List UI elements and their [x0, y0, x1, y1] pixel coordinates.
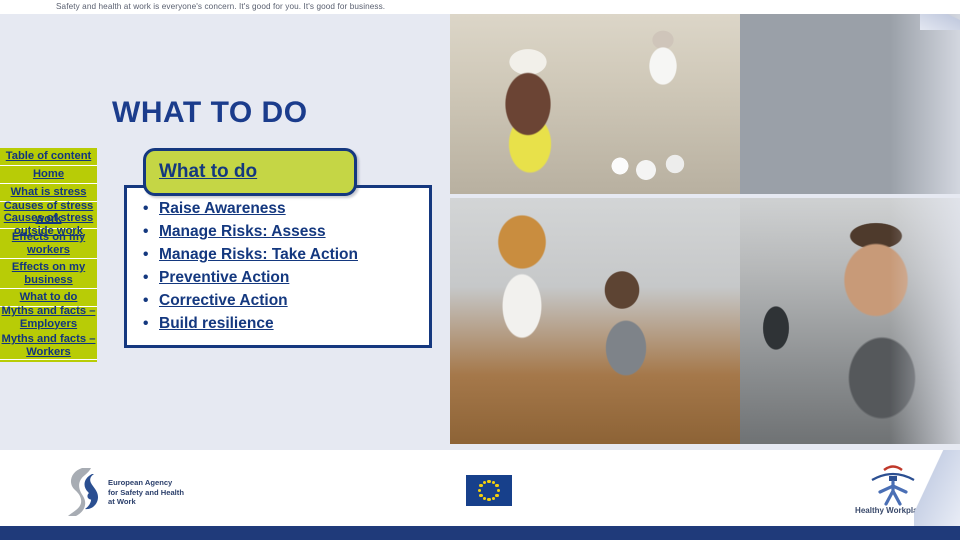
- sidebar-navigation: Table of content Home What is stress Cau…: [0, 148, 97, 362]
- link-preventive-action[interactable]: Preventive Action: [159, 269, 289, 286]
- top-banner: Safety and health at work is everyone's …: [0, 0, 960, 14]
- sidebar-item-effects-on-my-business[interactable]: Effects on my business: [0, 259, 97, 289]
- eu-flag-star: [496, 488, 500, 493]
- photo-warehouse-worker: [740, 14, 960, 194]
- link-manage-risks-assess[interactable]: Manage Risks: Assess: [159, 223, 326, 240]
- eu-flag-star: [495, 484, 499, 488]
- banner-tagline: Safety and health at work is everyone's …: [56, 2, 386, 11]
- eu-flag-star: [487, 498, 491, 502]
- link-corrective-action[interactable]: Corrective Action: [159, 292, 288, 309]
- link-raise-awareness[interactable]: Raise Awareness: [159, 200, 286, 217]
- list-item[interactable]: • Raise Awareness: [141, 197, 429, 220]
- content-panel: • Raise Awareness • Manage Risks: Assess…: [124, 185, 432, 348]
- presentation-slide: Safety and health at work is everyone's …: [0, 0, 960, 540]
- slide-footer: European Agency for Safety and Health at…: [0, 450, 960, 540]
- eu-flag-star: [482, 480, 486, 485]
- list-item[interactable]: • Corrective Action: [141, 289, 429, 312]
- osha-text-line-1: European Agency: [108, 478, 173, 487]
- active-section-tab[interactable]: What to do: [143, 148, 357, 196]
- bullet-icon: •: [143, 292, 149, 309]
- eu-flag-star: [478, 488, 482, 493]
- european-union-flag-icon: [466, 475, 512, 506]
- eu-flag-star: [492, 496, 496, 501]
- sidebar-item-causes-of-stress-outside-work[interactable]: Causes of stress outside work: [0, 212, 97, 237]
- eu-flag-star: [495, 493, 499, 497]
- eu-flag-star: [479, 484, 483, 488]
- sidebar-item-home[interactable]: Home: [0, 166, 97, 184]
- eu-flag-star: [487, 479, 491, 483]
- footer-corner-decoration: [914, 450, 960, 528]
- photo-office-colleagues: [450, 198, 740, 444]
- sidebar-overlap-causes: Causes of stress work Causes of stress o…: [0, 200, 97, 237]
- link-build-resilience[interactable]: Build resilience: [159, 315, 274, 332]
- list-item[interactable]: • Manage Risks: Assess: [141, 220, 429, 243]
- sidebar-item-myths-and-facts-employers[interactable]: Myths and facts – Employers: [0, 305, 97, 330]
- footer-bottom-strip: [0, 526, 960, 540]
- photo-collage: [440, 0, 960, 450]
- list-item[interactable]: • Manage Risks: Take Action: [141, 243, 429, 266]
- list-item[interactable]: • Build resilience: [141, 312, 429, 335]
- sidebar-overlap-myths: Myths and facts – Employers Myths and fa…: [0, 305, 97, 360]
- bullet-icon: •: [143, 246, 149, 263]
- eu-flag-star: [482, 496, 486, 501]
- osha-text-line-2: for Safety and Health: [108, 487, 184, 497]
- link-manage-risks-take-action[interactable]: Manage Risks: Take Action: [159, 246, 358, 263]
- list-item[interactable]: • Preventive Action: [141, 266, 429, 289]
- photo-stressed-worker: [740, 198, 960, 444]
- photo-kitchen-workers: [450, 14, 740, 194]
- eu-osha-logo-mark: [68, 468, 98, 516]
- bullet-icon: •: [143, 315, 149, 332]
- sidebar-item-myths-and-facts-workers[interactable]: Myths and facts – Workers: [0, 333, 97, 358]
- bullet-icon: •: [143, 269, 149, 286]
- bullet-icon: •: [143, 223, 149, 240]
- action-list: • Raise Awareness • Manage Risks: Assess…: [127, 188, 429, 335]
- page-title: WHAT TO DO: [112, 96, 308, 129]
- active-section-tab-label[interactable]: What to do: [159, 161, 257, 183]
- eu-osha-logo-text: European Agency for Safety and Health at…: [108, 478, 184, 507]
- eu-flag-star: [479, 493, 483, 497]
- eu-osha-logo: European Agency for Safety and Health at…: [58, 466, 248, 518]
- bullet-icon: •: [143, 200, 149, 217]
- sidebar-item-table-of-content[interactable]: Table of content: [0, 148, 97, 166]
- osha-text-line-3: at Work: [108, 497, 136, 507]
